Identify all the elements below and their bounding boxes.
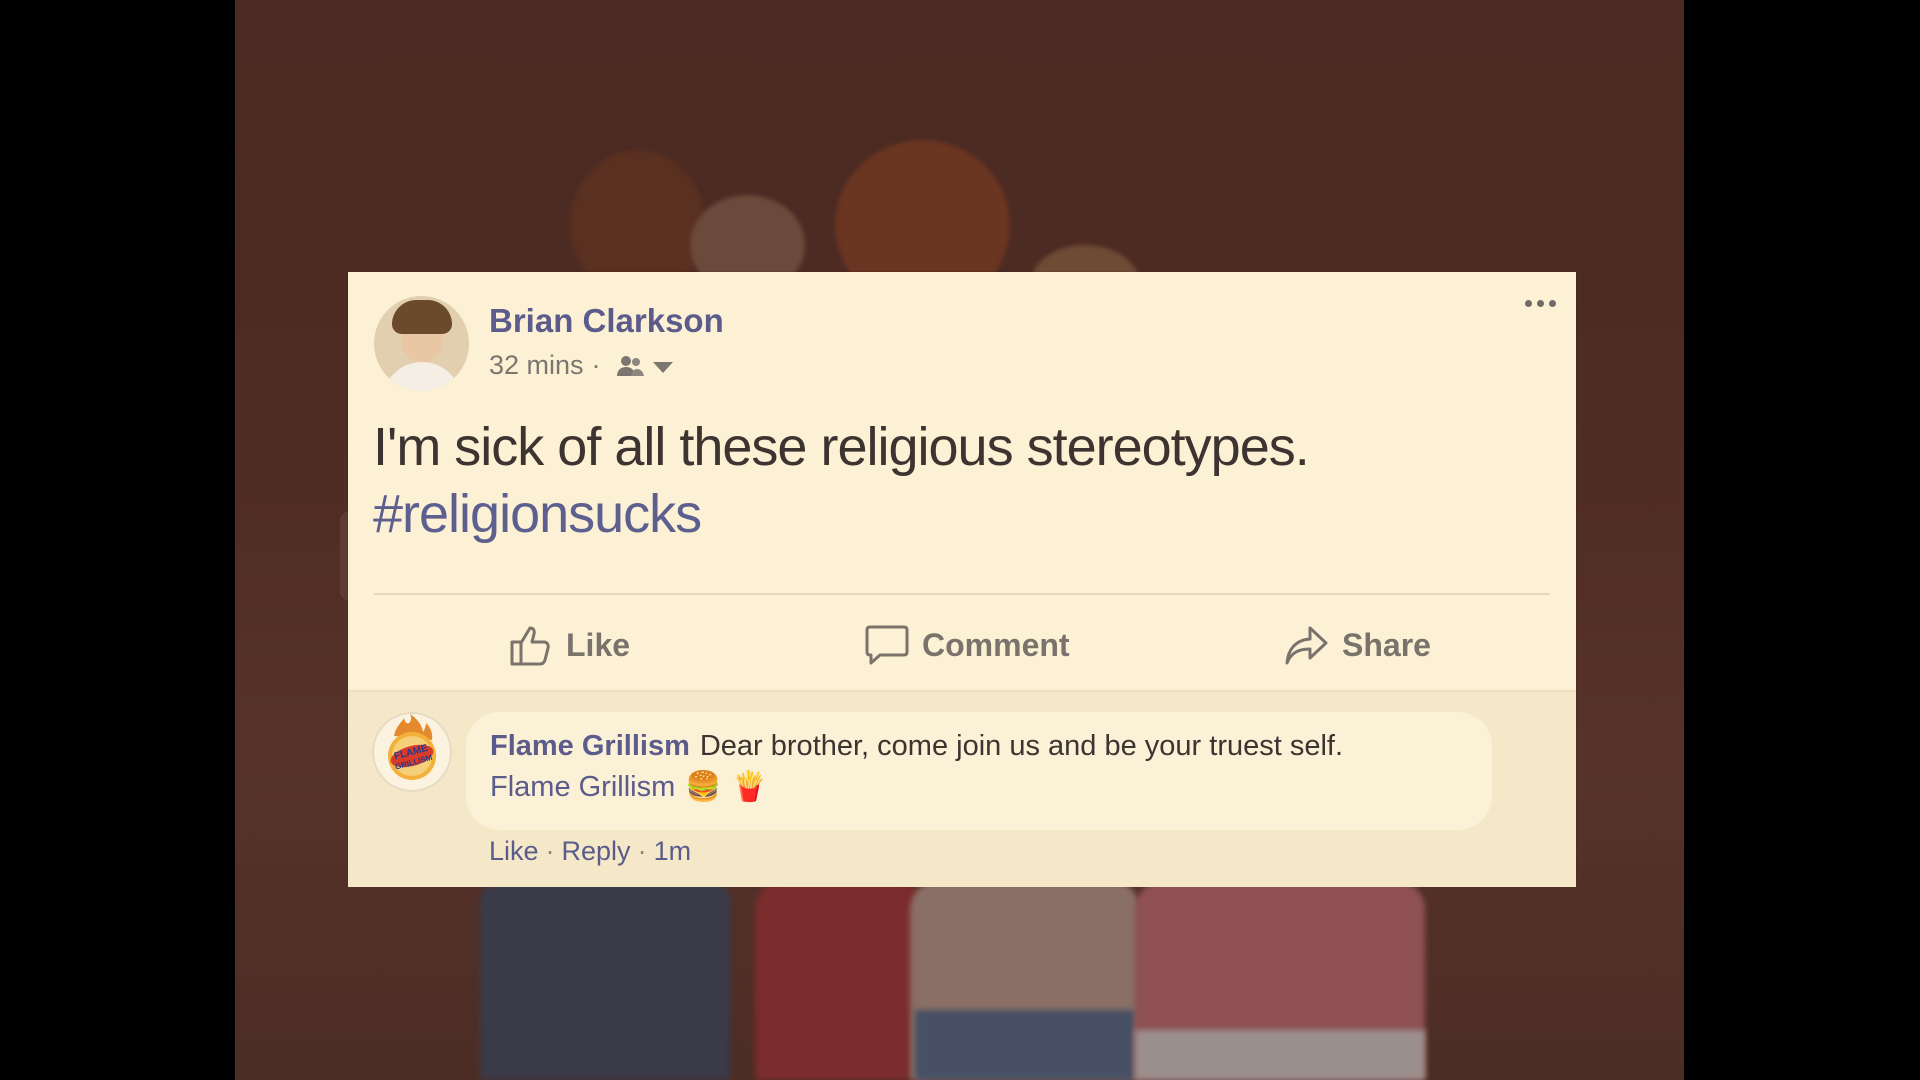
like-button[interactable]: Like (508, 610, 630, 680)
flame-grillism-logo: FLAME GRILLISM (388, 714, 436, 780)
comment-button[interactable]: Comment (864, 610, 1070, 680)
comment-reply-link[interactable]: Reply (562, 836, 631, 866)
post-card: Brian Clarkson 32 mins · I'm sick of all… (348, 272, 1576, 887)
comment-author-name[interactable]: Flame Grillism (490, 730, 690, 762)
background-person-jeans (915, 1010, 1135, 1080)
comment-meta-separator: · (637, 836, 647, 866)
commenter-avatar[interactable]: FLAME GRILLISM (374, 714, 450, 790)
comment-signature[interactable]: Flame Grillism (490, 771, 675, 804)
avatar-hair (392, 300, 452, 334)
post-meta: 32 mins · (489, 350, 673, 381)
post-hashtag[interactable]: #religionsucks (373, 481, 1309, 548)
comment-meta-separator: · (545, 836, 555, 866)
background-person-belt (1135, 1030, 1425, 1080)
comment-meta: Like · Reply · 1m (489, 836, 691, 867)
more-dot-icon (1549, 300, 1556, 307)
like-label: Like (566, 626, 631, 663)
background-person-torso (480, 880, 730, 1080)
comment-bubble: Flame Grillism Dear brother, come join us… (466, 712, 1492, 830)
share-arrow-icon (1285, 626, 1328, 665)
post-timestamp[interactable]: 32 mins (489, 350, 584, 381)
comment-line: Flame Grillism Dear brother, come join us… (490, 730, 1343, 763)
avatar-shirt (382, 362, 462, 391)
comment-time[interactable]: 1m (654, 836, 692, 866)
comment-bubble-icon (865, 625, 909, 665)
friends-icon (616, 355, 644, 376)
comments-section: FLAME GRILLISM Flame Grillism Dear brothe… (348, 690, 1576, 887)
comment-like-link[interactable]: Like (489, 836, 539, 866)
post-author-name[interactable]: Brian Clarkson (489, 302, 724, 340)
audience-dropdown-icon[interactable] (652, 362, 673, 373)
action-divider (374, 593, 1550, 595)
author-avatar[interactable] (374, 296, 469, 391)
more-options-button[interactable] (1525, 300, 1556, 307)
more-dot-icon (1537, 300, 1544, 307)
share-label: Share (1342, 626, 1431, 663)
video-frame: Brian Clarkson 32 mins · I'm sick of all… (0, 0, 1920, 1080)
post-text: I'm sick of all these religious stereoty… (373, 417, 1310, 477)
comment-signature-line: Flame Grillism 🍔 🍟 (490, 770, 768, 804)
post-body: I'm sick of all these religious stereoty… (373, 414, 1310, 548)
burger-emoji-icon: 🍔 (685, 771, 722, 803)
share-button[interactable]: Share (1284, 610, 1431, 680)
post-actions: Like Comment Share (348, 610, 1576, 680)
thumbs-up-icon (510, 626, 550, 666)
more-dot-icon (1525, 300, 1532, 307)
comment-text: Dear brother, come join us and be your t… (699, 730, 1344, 762)
background-person-torso (755, 880, 925, 1080)
meta-separator: · (591, 350, 601, 380)
fries-emoji-icon: 🍟 (731, 771, 768, 803)
comment-label: Comment (922, 626, 1070, 663)
